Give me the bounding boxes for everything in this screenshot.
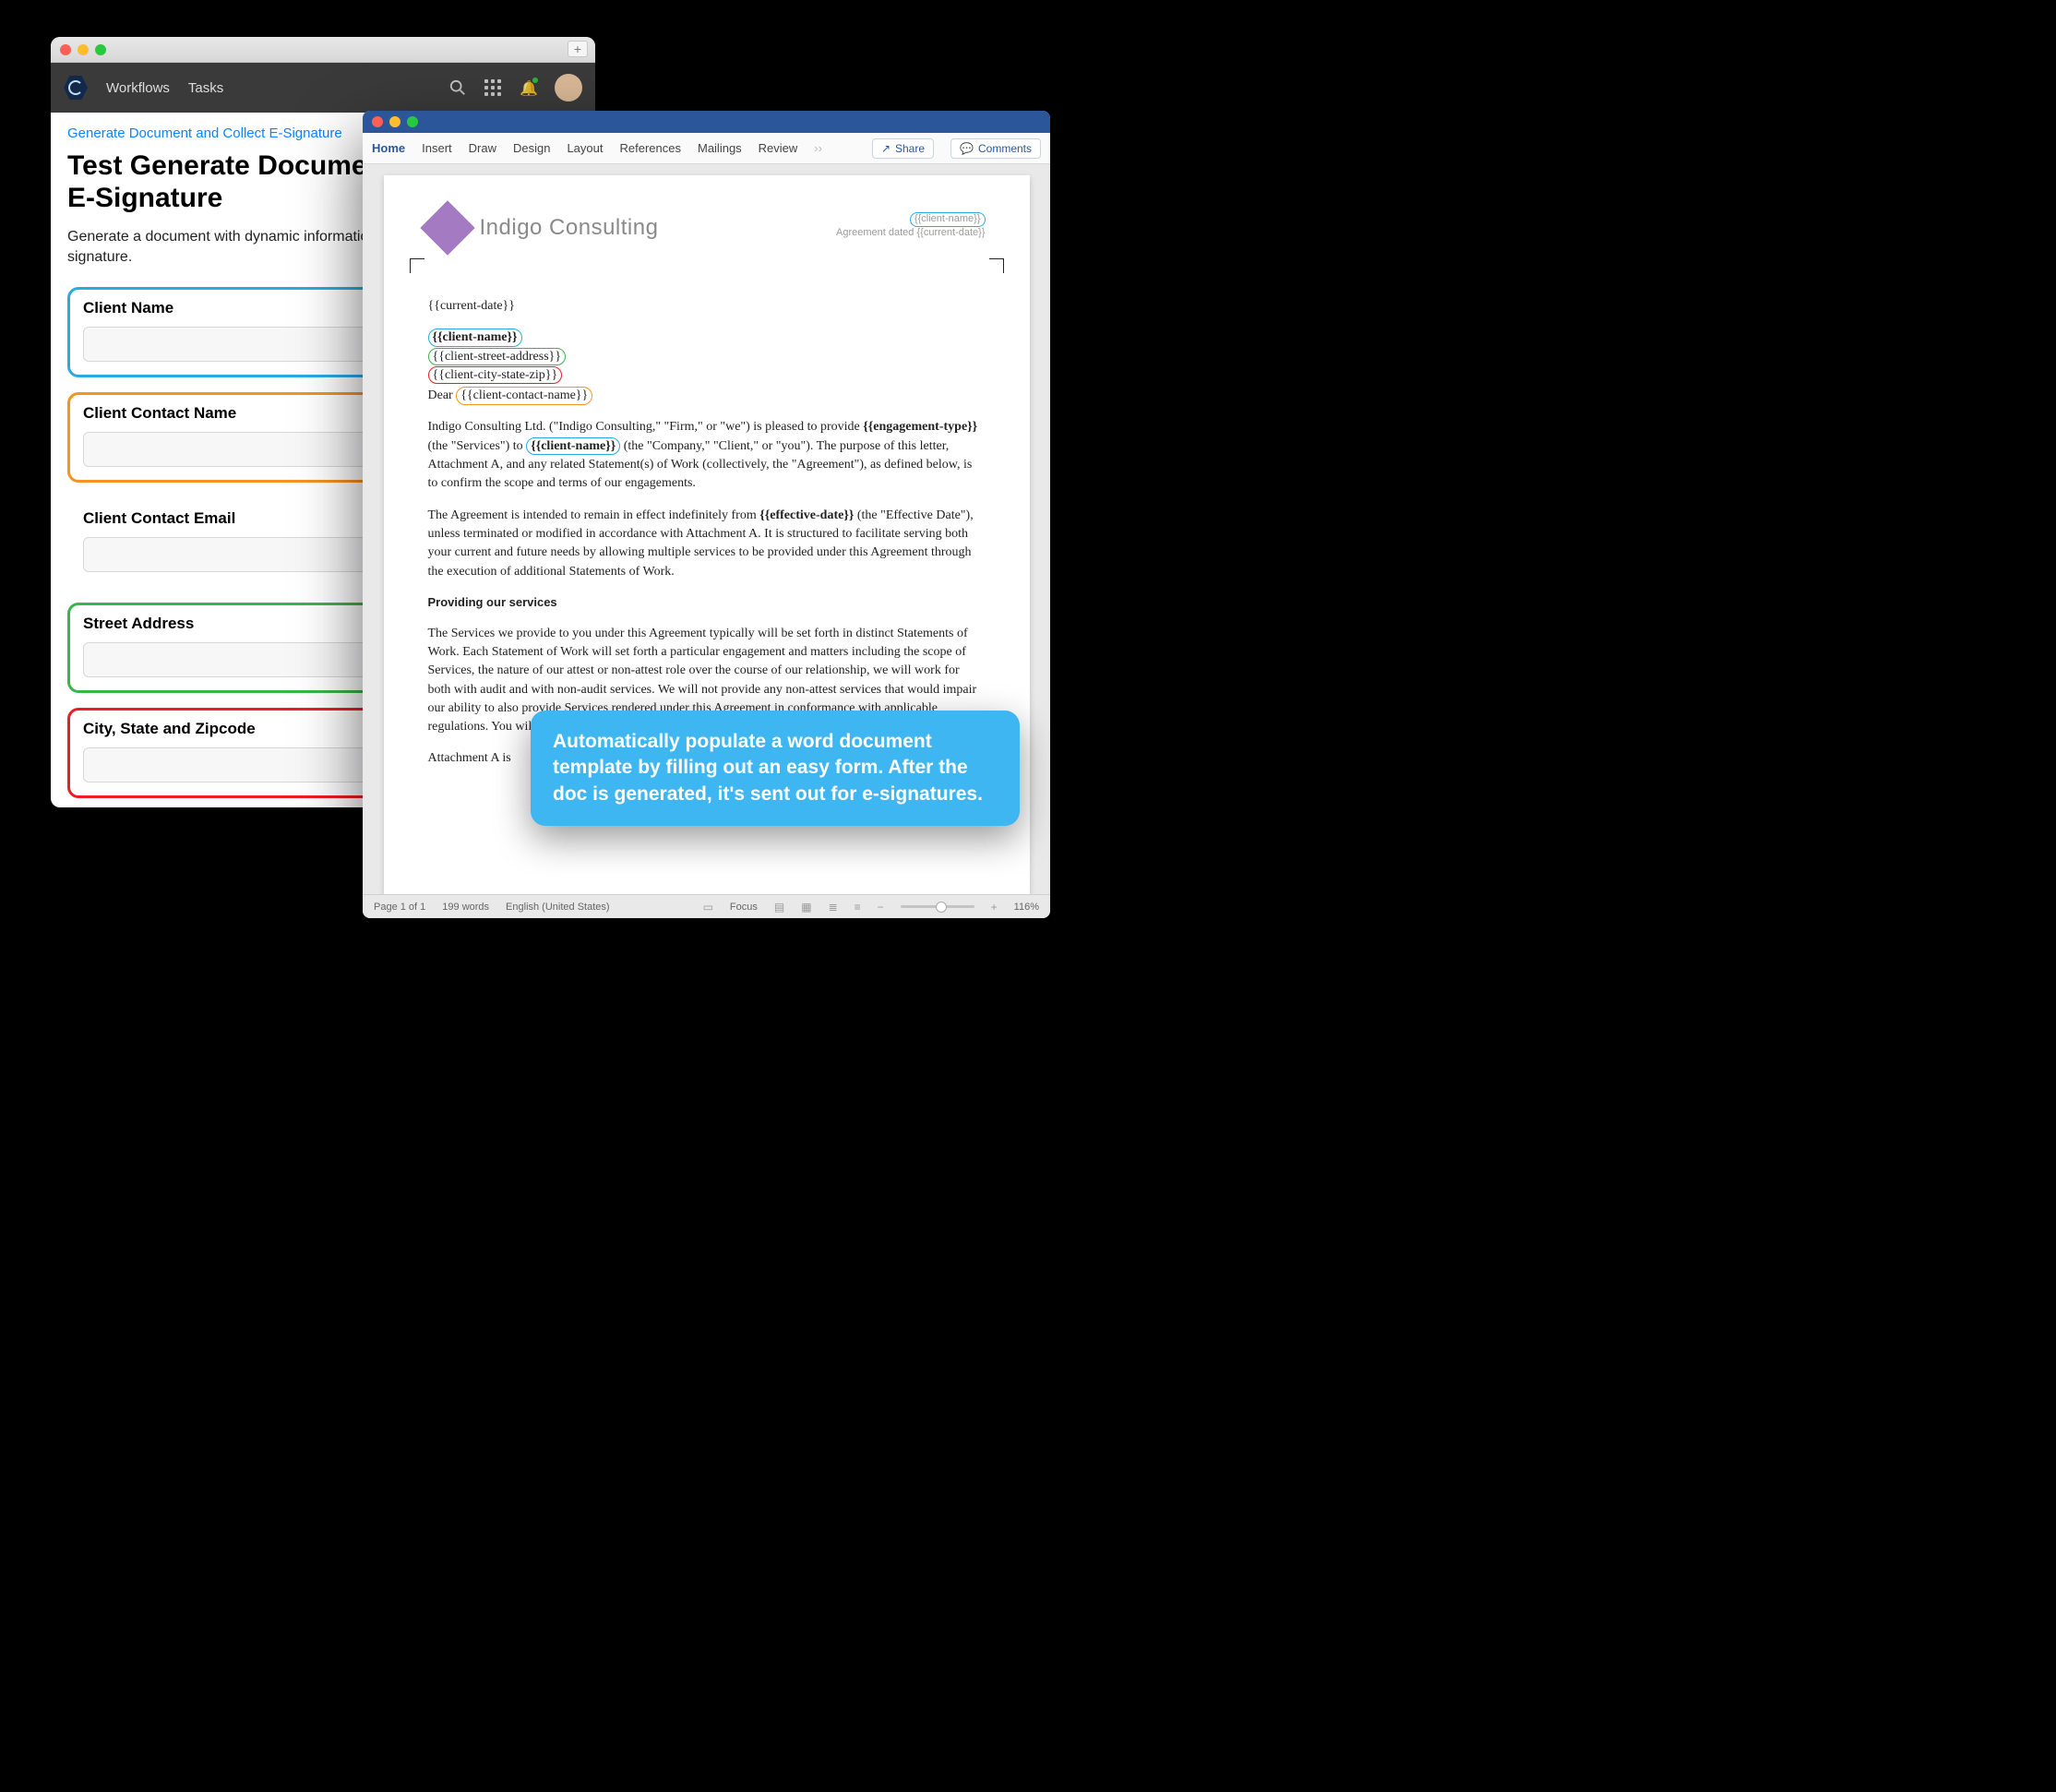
tab-layout[interactable]: Layout (567, 141, 603, 155)
token-client-name-header: {{client-name}} (910, 212, 986, 227)
minimize-icon[interactable] (389, 116, 400, 127)
token-current-date-header: {{current-date}} (916, 227, 985, 238)
ribbon: Home Insert Draw Design Layout Reference… (363, 133, 1050, 164)
comments-button[interactable]: 💬 Comments (950, 138, 1041, 159)
status-page[interactable]: Page 1 of 1 (374, 902, 425, 913)
token-client-csz: {{client-city-state-zip}} (428, 366, 563, 385)
nav-workflows[interactable]: Workflows (106, 80, 170, 96)
mac-titlebar: + (51, 37, 595, 63)
close-icon[interactable] (60, 44, 71, 55)
section-heading: Providing our services (428, 594, 986, 612)
paragraph-2: The Agreement is intended to remain in e… (428, 507, 986, 581)
zoom-slider[interactable] (901, 905, 974, 908)
tab-draw[interactable]: Draw (469, 141, 496, 155)
status-focus[interactable]: Focus (730, 902, 758, 913)
zoom-out-button[interactable]: − (878, 901, 884, 914)
tab-mailings[interactable]: Mailings (698, 141, 742, 155)
view-print-icon[interactable]: ▤ (774, 901, 784, 914)
view-draft-icon[interactable]: ≡ (855, 901, 861, 914)
tab-home[interactable]: Home (372, 141, 405, 155)
tab-review[interactable]: Review (759, 141, 798, 155)
header-agreement-prefix: Agreement dated (836, 227, 916, 238)
word-titlebar (363, 111, 1050, 133)
doc-header-right: {{client-name}} Agreement dated {{curren… (836, 212, 985, 238)
share-button[interactable]: ↗ Share (872, 138, 934, 159)
search-icon[interactable] (449, 79, 466, 96)
token-client-contact: {{client-contact-name}} (456, 387, 592, 405)
zoom-percent[interactable]: 116% (1014, 902, 1039, 913)
doc-body: {{current-date}} {{client-name}} {{clien… (428, 297, 986, 769)
maximize-icon[interactable] (407, 116, 418, 127)
apps-grid-icon[interactable] (484, 79, 501, 96)
crop-mark-icon (410, 258, 424, 273)
nav-tasks[interactable]: Tasks (188, 80, 223, 96)
tab-insert[interactable]: Insert (422, 141, 452, 155)
token-current-date: {{current-date}} (428, 297, 986, 316)
focus-mode-icon[interactable]: ▭ (703, 901, 713, 914)
view-web-icon[interactable]: ▦ (801, 901, 811, 914)
token-client-name-inline: {{client-name}} (526, 437, 620, 456)
token-client-name: {{client-name}} (428, 329, 522, 347)
company-name: Indigo Consulting (480, 215, 659, 241)
tab-references[interactable]: References (620, 141, 681, 155)
token-engagement-type: {{engagement-type}} (863, 420, 977, 434)
crop-mark-icon (989, 258, 1004, 273)
explainer-callout: Automatically populate a word document t… (531, 711, 1020, 826)
company-logo-icon (420, 200, 474, 255)
token-client-street: {{client-street-address}} (428, 348, 567, 366)
chevron-right-icon[interactable]: ›› (814, 141, 822, 155)
tab-design[interactable]: Design (513, 141, 550, 155)
share-icon: ↗ (881, 142, 891, 155)
user-avatar[interactable] (555, 74, 582, 102)
maximize-icon[interactable] (95, 44, 106, 55)
close-icon[interactable] (372, 116, 383, 127)
paragraph-1: Indigo Consulting Ltd. ("Indigo Consulti… (428, 418, 986, 493)
comment-icon: 💬 (960, 142, 974, 155)
zoom-in-button[interactable]: + (991, 901, 998, 914)
app-header: Workflows Tasks 🔔 (51, 63, 595, 113)
status-words[interactable]: 199 words (442, 902, 489, 913)
comments-label: Comments (978, 142, 1032, 155)
new-tab-button[interactable]: + (568, 41, 588, 57)
status-bar: Page 1 of 1 199 words English (United St… (363, 894, 1050, 918)
app-logo-icon[interactable] (64, 76, 88, 100)
dear-prefix: Dear (428, 388, 457, 402)
share-label: Share (895, 142, 925, 155)
token-effective-date: {{effective-date}} (759, 508, 854, 522)
minimize-icon[interactable] (78, 44, 89, 55)
status-lang[interactable]: English (United States) (506, 902, 610, 913)
view-outline-icon[interactable]: ≣ (829, 901, 838, 914)
notifications-icon[interactable]: 🔔 (520, 79, 536, 96)
